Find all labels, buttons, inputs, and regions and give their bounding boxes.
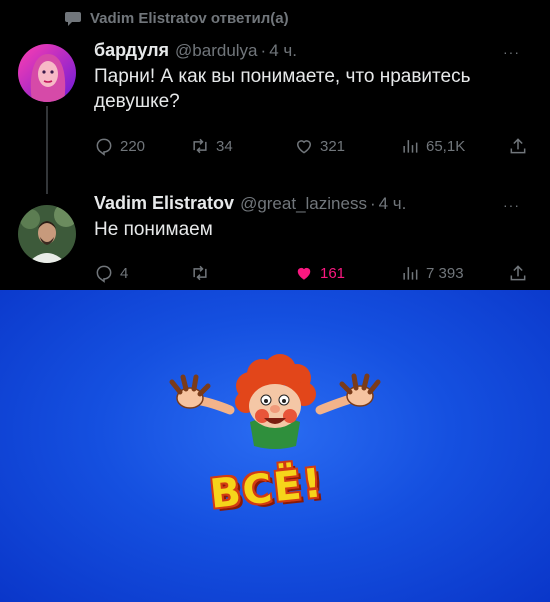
tweet-meta: бардуля @bardulya · 4 ч. [94,40,534,61]
thread-line [46,106,48,194]
views-button[interactable]: 65,1K [400,136,465,156]
avatar[interactable] [18,205,76,263]
share-button[interactable] [508,136,528,156]
retweet-icon [193,265,207,281]
tweet[interactable]: бардуля @bardulya · 4 ч. ··· Парни! А ка… [94,40,534,156]
reply-icon [96,265,112,283]
tweet-meta: Vadim Elistratov @great_laziness · 4 ч. [94,193,534,214]
reply-header-text: Vadim Elistratov ответил(а) [90,10,289,27]
cartoon-boy-illustration [169,354,381,449]
more-icon[interactable]: ··· [503,197,520,213]
tweet-thread: Vadim Elistratov ответил(а) бардуля @bar… [0,0,550,290]
reply-button[interactable]: 4 [94,263,128,283]
tweet-actions: 4 161 7 393 [94,263,534,287]
share-icon [510,138,526,154]
timestamp[interactable]: 4 ч. [269,41,297,61]
reply-button[interactable]: 220 [94,136,145,156]
retweet-button[interactable]: 34 [190,136,233,156]
reply-count: 4 [120,264,129,282]
author-handle[interactable]: @great_laziness [240,194,367,214]
author-name[interactable]: Vadim Elistratov [94,193,234,214]
reply-icon [96,138,112,156]
separator: · [369,194,376,213]
view-count: 7 393 [426,264,464,282]
tweet[interactable]: Vadim Elistratov @great_laziness · 4 ч. … [94,193,534,283]
timestamp[interactable]: 4 ч. [379,194,407,214]
like-button[interactable]: 321 [294,136,345,156]
separator: · [260,41,267,60]
avatar[interactable] [18,44,76,102]
more-icon[interactable]: ··· [503,44,520,60]
like-count: 161 [320,264,346,282]
speech-bubble-icon [65,11,81,26]
author-name[interactable]: бардуля [94,40,169,61]
views-bar-chart-icon [403,140,418,153]
share-button[interactable] [508,263,528,283]
heart-filled-icon [297,267,311,280]
tweet-text: Парни! А как вы понимаете, что нравитесь… [94,66,471,112]
tweet-text: Не понимаем [94,219,213,240]
reply-header: Vadim Elistratov ответил(а) [64,10,289,27]
author-handle[interactable]: @bardulya [175,41,257,61]
meme-image: ВСЁ! [0,290,550,602]
retweet-button[interactable] [190,263,216,283]
reply-count: 220 [120,137,146,155]
tweet-actions: 220 34 321 65,1K [94,136,534,160]
heart-icon [296,140,312,154]
like-count: 321 [320,137,346,155]
views-button[interactable]: 7 393 [400,263,464,283]
share-icon [510,265,526,281]
view-count: 65,1K [426,137,466,155]
views-bar-chart-icon [403,267,418,280]
like-button[interactable]: 161 [294,263,345,283]
retweet-icon [193,138,207,154]
retweet-count: 34 [216,137,233,155]
